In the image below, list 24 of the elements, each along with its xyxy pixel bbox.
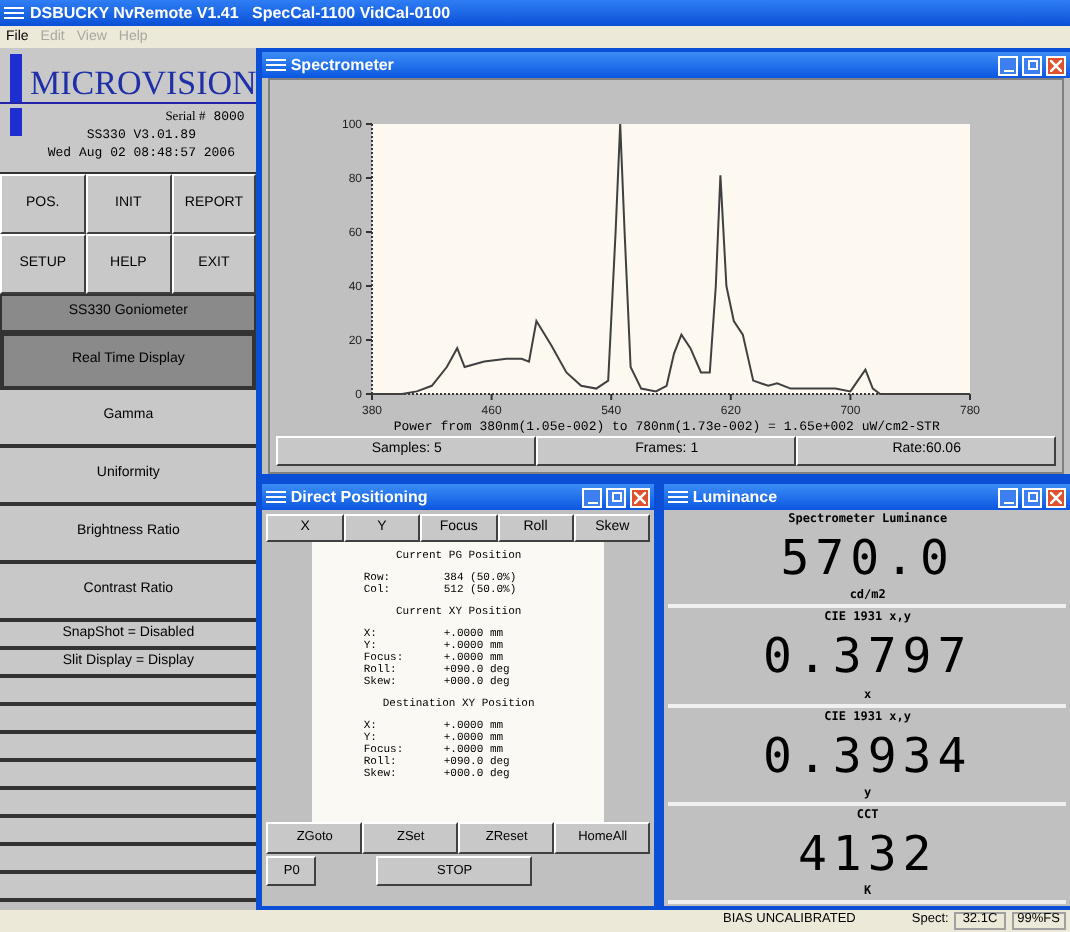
menu-lines-icon[interactable]: [266, 490, 287, 504]
window-title: Luminance: [692, 489, 780, 505]
logo-text: MICROVISION: [30, 66, 257, 100]
minimize-button[interactable]: [998, 487, 1019, 507]
menu-lines-icon[interactable]: [4, 6, 24, 20]
window-title: Direct Positioning: [290, 489, 430, 505]
logo-bar-icon: [10, 54, 22, 102]
readout-value: 4132: [797, 829, 938, 878]
maximize-button[interactable]: [1022, 55, 1043, 75]
menu-lines-icon[interactable]: [668, 490, 689, 504]
close-button[interactable]: [630, 487, 651, 507]
app-title: DSBUCKY NvRemote V1.41 SpecCal-1100 VidCal-0100: [30, 5, 451, 21]
close-button[interactable]: [1046, 55, 1067, 75]
readout-value: 0.3934: [762, 731, 973, 780]
maximize-button[interactable]: [606, 487, 627, 507]
minimize-button[interactable]: [998, 55, 1019, 75]
readout-value: 570.0: [780, 534, 955, 583]
window-title: Spectrometer: [290, 57, 396, 73]
minimize-button[interactable]: [582, 487, 603, 507]
readout-value: 0.3797: [762, 632, 973, 681]
logo-bar-icon: [10, 108, 22, 136]
maximize-button[interactable]: [1022, 487, 1043, 507]
close-button[interactable]: [1046, 487, 1067, 507]
menu-lines-icon[interactable]: [266, 58, 287, 72]
